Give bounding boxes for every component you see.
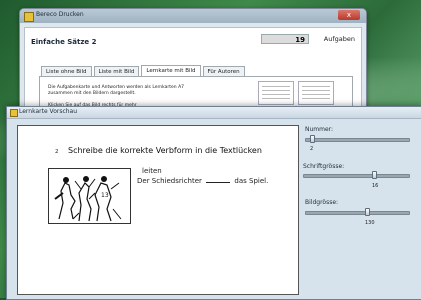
svg-text:13: 13 xyxy=(101,192,109,199)
app-icon xyxy=(10,109,18,117)
layout-tabs: Liste ohne Bild Liste mit Bild Lernkarte… xyxy=(41,65,245,77)
sentence-before: Der Schiedsrichter xyxy=(137,177,202,185)
question-number: 2 xyxy=(55,149,59,155)
print-window-titlebar[interactable]: Bereco Drucken x xyxy=(20,9,366,23)
layout-thumbnail[interactable] xyxy=(298,81,334,105)
task-count-label: Aufgaben xyxy=(323,35,355,43)
preview-window: Lernkarte Vorschau 2 Schreibe die korrek… xyxy=(6,106,421,300)
bildgroesse-slider[interactable] xyxy=(305,208,410,216)
app-icon xyxy=(24,12,34,22)
slider-thumb[interactable] xyxy=(310,135,315,143)
slider-track xyxy=(303,174,410,178)
slider-track xyxy=(305,211,410,215)
task-count: 19 xyxy=(261,34,309,44)
bildgroesse-label: Bildgrösse: xyxy=(305,199,339,206)
layout-thumbnail[interactable] xyxy=(258,81,294,105)
nummer-label: Nummer: xyxy=(305,126,334,133)
preview-window-titlebar[interactable]: Lernkarte Vorschau xyxy=(7,107,421,119)
nummer-value: 2 xyxy=(310,146,314,152)
verb-hint: leiten xyxy=(142,167,162,175)
answer-blank xyxy=(206,176,231,183)
sentence-after: das Spiel. xyxy=(234,177,269,185)
schriftgroesse-label: Schriftgrösse: xyxy=(303,163,345,170)
nummer-slider[interactable] xyxy=(305,135,410,143)
bildgroesse-value: 130 xyxy=(365,220,375,226)
exercise-set-title: Einfache Sätze 2 xyxy=(31,38,97,46)
print-window-title: Bereco Drucken xyxy=(36,11,84,18)
question-instruction: Schreibe die korrekte Verbform in die Te… xyxy=(68,146,262,155)
referee-illustration: 13 xyxy=(48,168,131,224)
preview-window-title: Lernkarte Vorschau xyxy=(19,108,78,115)
schriftgroesse-slider[interactable] xyxy=(303,171,410,179)
print-window: Bereco Drucken x Einfache Sätze 2 19 Auf… xyxy=(19,8,367,120)
panel-description: Die Aufgabenkarte und Antworten werden a… xyxy=(48,85,185,96)
slider-thumb[interactable] xyxy=(365,208,370,216)
schriftgroesse-value: 16 xyxy=(372,183,379,189)
slider-thumb[interactable] xyxy=(372,171,377,179)
slider-track xyxy=(305,138,410,142)
cloze-sentence: Der Schiedsrichter das Spiel. xyxy=(137,176,268,185)
flashcard-preview: 2 Schreibe die korrekte Verbform in die … xyxy=(17,125,299,295)
close-button[interactable]: x xyxy=(338,10,360,20)
